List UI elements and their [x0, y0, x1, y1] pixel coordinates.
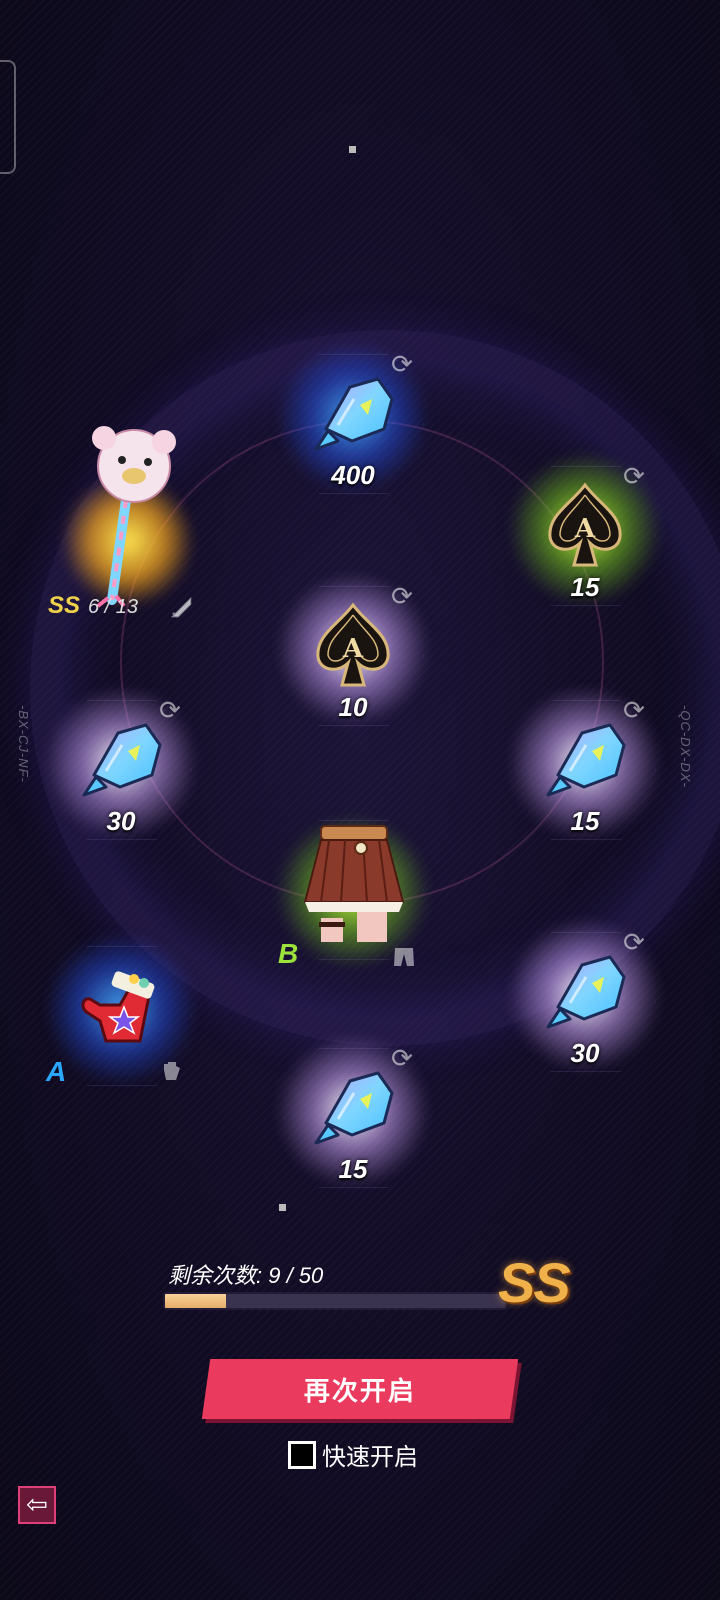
progress-bar — [163, 1292, 507, 1310]
back-arrow-icon: ⇦ — [26, 1489, 48, 1519]
reopen-button-label: 再次开启 — [303, 1376, 416, 1407]
refresh-icon[interactable]: ⟳ — [388, 350, 416, 378]
ace-of-spades-icon — [540, 481, 630, 571]
slot-quantity: 10 — [338, 692, 368, 722]
fish-icon — [76, 715, 166, 805]
slot-quantity: 15 — [570, 806, 600, 836]
glove-icon — [164, 1062, 180, 1080]
fish-icon — [308, 1063, 398, 1153]
progress-grade-badge: SS — [498, 1251, 571, 1314]
reward-slot-center-lower[interactable]: B — [278, 814, 428, 984]
reward-slot-center[interactable]: 10 ⟳ — [278, 574, 428, 730]
reward-slot-left-middle[interactable]: 30 ⟳ — [46, 688, 196, 844]
reward-slot-left-upper[interactable]: SS 6 / 13 — [48, 420, 208, 640]
slot-quantity: 15 — [338, 1154, 368, 1184]
refresh-icon[interactable]: ⟳ — [388, 582, 416, 610]
fish-icon — [308, 369, 398, 459]
refresh-icon[interactable]: ⟳ — [388, 1044, 416, 1072]
reward-slot-right-middle[interactable]: 15 ⟳ — [510, 688, 660, 844]
fish-icon — [540, 947, 630, 1037]
slot-quantity: 15 — [570, 572, 600, 602]
progress-fill — [165, 1294, 227, 1308]
slot-quantity: 400 — [331, 460, 375, 490]
sword-icon — [170, 596, 192, 618]
side-panel-tab[interactable] — [0, 60, 16, 174]
pants-icon — [394, 948, 414, 966]
remaining-count-label: 剩余次数: 9 / 50 — [168, 1263, 324, 1288]
refresh-icon[interactable]: ⟳ — [620, 462, 648, 490]
reward-slot-right-upper[interactable]: 15 ⟳ — [510, 454, 660, 610]
fish-icon — [540, 715, 630, 805]
bear-staff-icon — [68, 420, 198, 610]
slot-quantity: 30 — [106, 806, 136, 836]
reward-slot-left-lower[interactable]: A — [46, 934, 196, 1090]
quick-open-toggle[interactable]: 快速开启 — [288, 1437, 418, 1472]
item-grade: SS — [48, 592, 81, 619]
item-grade: A — [46, 1056, 67, 1087]
refresh-icon[interactable]: ⟳ — [156, 696, 184, 724]
refresh-icon[interactable]: ⟳ — [620, 696, 648, 724]
slot-quantity: 30 — [570, 1038, 600, 1068]
reward-slot-top[interactable]: 400 ⟳ — [278, 342, 428, 498]
quick-open-label: 快速开启 — [322, 1443, 418, 1471]
right-code-label: -QC-DX-DX- — [678, 705, 693, 788]
reward-slot-right-lower[interactable]: 30 ⟳ — [510, 920, 660, 1076]
refresh-icon[interactable]: ⟳ — [620, 928, 648, 956]
quick-open-checkbox[interactable] — [288, 1440, 316, 1469]
left-code-label: -BX-CJ-NF- — [16, 705, 31, 783]
reopen-button[interactable]: 再次开启 — [201, 1359, 519, 1419]
reward-slot-bottom[interactable]: 15 ⟳ — [278, 1036, 428, 1192]
marker-dot — [349, 146, 356, 153]
marker-dot — [279, 1204, 286, 1211]
ace-of-spades-icon — [308, 601, 398, 691]
item-grade: B — [278, 938, 299, 969]
item-progress: 6 / 13 — [88, 596, 139, 618]
back-button[interactable]: ⇦ — [18, 1486, 56, 1524]
mitten-icon — [76, 961, 166, 1051]
skirt-icon — [298, 818, 410, 948]
